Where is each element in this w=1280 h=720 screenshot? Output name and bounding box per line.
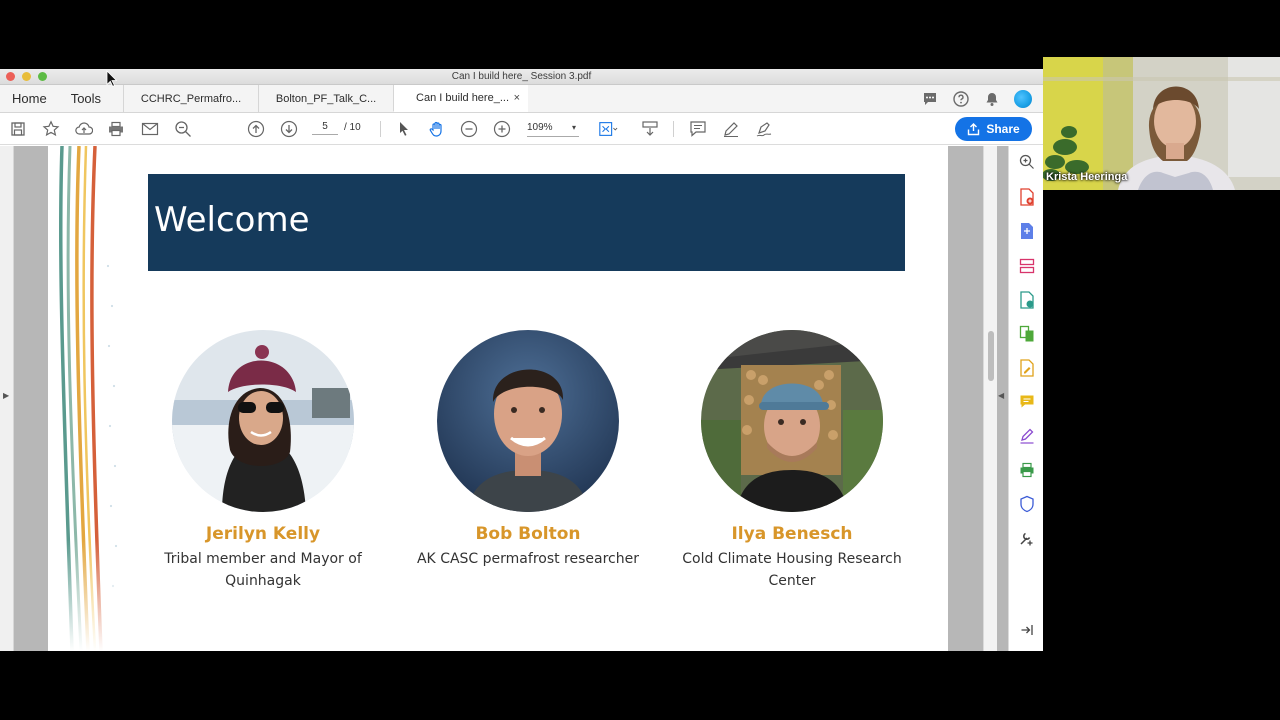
account-avatar-icon[interactable] bbox=[1013, 89, 1033, 109]
decorative-ribbon bbox=[48, 146, 128, 651]
screen: Can I build here_ Session 3.pdf Home Too… bbox=[0, 0, 1280, 720]
protect-shield-icon[interactable] bbox=[1017, 494, 1037, 514]
speaker-name: Ilya Benesch bbox=[731, 524, 853, 544]
zoom-out-search-icon[interactable] bbox=[173, 119, 193, 139]
acrobat-window: Can I build here_ Session 3.pdf Home Too… bbox=[0, 69, 1043, 651]
page-number-input[interactable]: 5 bbox=[310, 121, 340, 135]
fill-sign-icon[interactable] bbox=[1017, 358, 1037, 378]
document-tab-label: Bolton_PF_Talk_C... bbox=[275, 92, 377, 105]
fit-page-icon[interactable] bbox=[598, 119, 618, 139]
right-tools-panel bbox=[1008, 146, 1043, 651]
save-icon[interactable] bbox=[8, 119, 28, 139]
star-icon[interactable] bbox=[41, 119, 61, 139]
select-arrow-icon[interactable] bbox=[394, 119, 414, 139]
speaker-name: Jerilyn Kelly bbox=[205, 524, 321, 544]
scroll-mode-icon[interactable] bbox=[640, 119, 660, 139]
document-tab-label: Can I build here_... bbox=[416, 92, 509, 104]
zoom-plus-icon[interactable] bbox=[492, 119, 512, 139]
header-actions bbox=[920, 89, 1033, 109]
expand-left-panel-icon[interactable]: ▶ bbox=[3, 391, 9, 400]
sign-icon[interactable] bbox=[754, 119, 774, 139]
speaker-role: AK CASC permafrost researcher bbox=[416, 551, 639, 567]
upload-icon[interactable] bbox=[74, 119, 94, 139]
edit-pdf-icon[interactable] bbox=[1017, 290, 1037, 310]
left-panel-toggle[interactable]: ▶ bbox=[0, 146, 14, 651]
mail-icon[interactable] bbox=[140, 119, 160, 139]
pen-icon[interactable] bbox=[721, 119, 741, 139]
slide-title-banner: Welcome bbox=[148, 174, 905, 271]
organize-pages-icon[interactable] bbox=[1017, 256, 1037, 276]
share-label: Share bbox=[986, 122, 1020, 136]
tab-tools[interactable]: Tools bbox=[59, 85, 123, 112]
toolbar: 5 / 10 109% ▾ Share bbox=[0, 113, 1043, 145]
vertical-scrollbar[interactable] bbox=[983, 146, 997, 651]
speaker-card: Jerilyn Kelly Tribal member and Mayor of… bbox=[133, 330, 393, 592]
window-title: Can I build here_ Session 3.pdf bbox=[451, 71, 592, 82]
toolbar-divider bbox=[380, 121, 381, 137]
comment-tool-icon[interactable] bbox=[1017, 392, 1037, 412]
tab-home[interactable]: Home bbox=[0, 85, 59, 112]
chat-icon[interactable] bbox=[920, 89, 940, 109]
tab-bar: Home Tools CCHRC_Permafro... Bolton_PF_T… bbox=[0, 85, 1043, 113]
page-total: / 10 bbox=[344, 122, 361, 133]
create-pdf-icon[interactable] bbox=[1017, 187, 1037, 207]
more-tools-icon[interactable] bbox=[1017, 528, 1037, 548]
collapse-right-panel-icon[interactable]: ◀ bbox=[998, 391, 1004, 400]
speaker-photo bbox=[172, 330, 354, 512]
speaker-photo bbox=[701, 330, 883, 512]
document-viewer[interactable]: ▶ Welcome Jerilyn Kelly Tribal member an… bbox=[0, 146, 1008, 651]
print-icon[interactable] bbox=[106, 119, 126, 139]
participant-name: Krista Heeringa bbox=[1046, 171, 1128, 183]
share-button[interactable]: Share bbox=[955, 117, 1032, 141]
speaker-card: Ilya Benesch Cold Climate Housing Resear… bbox=[662, 330, 922, 592]
toolbar-divider bbox=[673, 121, 674, 137]
speaker-role: Tribal member and Mayor of Quinhagak bbox=[164, 551, 362, 589]
document-tab-label: CCHRC_Permafro... bbox=[140, 92, 242, 105]
combine-files-icon[interactable] bbox=[1017, 324, 1037, 344]
document-tab[interactable]: Bolton_PF_Talk_C... bbox=[258, 85, 393, 112]
webcam-feed: Krista Heeringa bbox=[1043, 57, 1280, 190]
speaker-photo bbox=[437, 330, 619, 512]
document-tab-active[interactable]: Can I build here_... × bbox=[393, 85, 529, 112]
chevron-down-icon[interactable]: ▾ bbox=[572, 123, 576, 132]
share-icon bbox=[968, 122, 980, 135]
speaker-role: Cold Climate Housing Research Center bbox=[682, 551, 902, 589]
document-tab[interactable]: CCHRC_Permafro... bbox=[123, 85, 258, 112]
export-pdf-icon[interactable] bbox=[1017, 221, 1037, 241]
speaker-card: Bob Bolton AK CASC permafrost researcher bbox=[398, 330, 658, 570]
hand-icon[interactable] bbox=[427, 119, 447, 139]
slide-title: Welcome bbox=[154, 200, 310, 240]
close-tab-icon[interactable]: × bbox=[514, 92, 520, 104]
search-icon[interactable] bbox=[1017, 152, 1037, 172]
comment-icon[interactable] bbox=[688, 119, 708, 139]
page-up-icon[interactable] bbox=[246, 119, 266, 139]
print-production-icon[interactable] bbox=[1017, 460, 1037, 480]
request-signature-icon[interactable] bbox=[1017, 426, 1037, 446]
pdf-page: Welcome Jerilyn Kelly Tribal member and … bbox=[48, 146, 948, 651]
title-bar: Can I build here_ Session 3.pdf bbox=[0, 69, 1043, 85]
collapse-panel-icon[interactable] bbox=[1017, 620, 1037, 640]
help-icon[interactable] bbox=[951, 89, 971, 109]
page-down-icon[interactable] bbox=[279, 119, 299, 139]
scrollbar-thumb[interactable] bbox=[988, 331, 994, 381]
speaker-name: Bob Bolton bbox=[475, 524, 581, 544]
mouse-cursor-icon bbox=[106, 70, 118, 87]
zoom-minus-icon[interactable] bbox=[459, 119, 479, 139]
bell-icon[interactable] bbox=[982, 89, 1002, 109]
